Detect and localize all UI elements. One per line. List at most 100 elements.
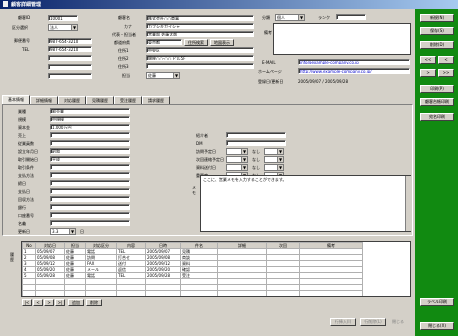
memo-scrollbar[interactable] bbox=[405, 176, 411, 231]
table-cell[interactable] bbox=[64, 290, 86, 296]
last-record-button[interactable]: >> bbox=[438, 69, 454, 77]
table-cell[interactable] bbox=[145, 290, 181, 296]
tab-detail[interactable]: 詳細情報 bbox=[30, 96, 58, 104]
chevron-down-icon[interactable]: ▼ bbox=[277, 165, 283, 170]
extra-field[interactable] bbox=[48, 73, 92, 79]
detail-right-field[interactable] bbox=[226, 132, 286, 138]
next-record-button[interactable]: > bbox=[420, 69, 436, 77]
url-field[interactable]: http://www.example-company.co.jp/ bbox=[298, 68, 410, 74]
detail-field[interactable] bbox=[50, 212, 130, 218]
staff-select[interactable]: 佐藤 ▼ bbox=[146, 72, 180, 79]
chevron-down-icon[interactable]: ▼ bbox=[277, 149, 283, 154]
address-search-button[interactable]: 住所検索 bbox=[184, 39, 208, 46]
table-cell[interactable] bbox=[22, 290, 36, 296]
table-row-empty[interactable] bbox=[22, 290, 363, 296]
insert-row-button[interactable]: 行挿入(I) bbox=[330, 318, 356, 326]
first-record-button[interactable]: << bbox=[420, 56, 436, 64]
detail-field[interactable]: 中規模 bbox=[50, 116, 130, 122]
detail-right-sub-select[interactable]: ▼ bbox=[264, 156, 284, 163]
table-cell[interactable] bbox=[116, 290, 146, 296]
chevron-down-icon[interactable]: ▼ bbox=[298, 15, 304, 20]
staff-value: 佐藤 bbox=[148, 73, 156, 78]
save-button[interactable]: 保存(S) bbox=[420, 27, 454, 35]
table-cell[interactable] bbox=[180, 290, 218, 296]
detail-field[interactable]: 1,000万円 bbox=[50, 124, 130, 130]
chevron-down-icon[interactable]: ▼ bbox=[241, 149, 247, 154]
detail-right-select[interactable]: ▼ bbox=[226, 164, 248, 171]
chevron-down-icon[interactable]: ▼ bbox=[241, 165, 247, 170]
grid-add-button[interactable]: 追加 bbox=[68, 299, 84, 306]
rep-field[interactable]: 営業部 佐藤太郎 bbox=[146, 31, 254, 37]
chevron-down-icon[interactable]: ▼ bbox=[277, 157, 283, 162]
detail-field[interactable] bbox=[50, 220, 130, 226]
grid-delete-button[interactable]: 削除 bbox=[86, 299, 102, 306]
detail-field[interactable] bbox=[50, 204, 130, 210]
detail-right-sub-select[interactable]: ▼ bbox=[264, 164, 284, 171]
map-button[interactable]: 地図表示 bbox=[210, 39, 234, 46]
tab-basic[interactable]: 基本情報 bbox=[2, 95, 30, 104]
detail-label: 取引条件 bbox=[18, 165, 34, 170]
address2-field[interactable]: 銀座○○-○○ ビル5F bbox=[146, 55, 254, 61]
detail-right-field[interactable] bbox=[226, 140, 286, 146]
history-grid[interactable]: No 対応日 担当 対応区分 内容 日時 件名 詳細 次回 備考 1 05/09/07 佐藤 電話 TEL… bbox=[21, 241, 411, 297]
detail-right-select[interactable]: ▼ bbox=[226, 148, 248, 155]
rank-field[interactable] bbox=[336, 14, 366, 20]
detail-field[interactable] bbox=[50, 140, 130, 146]
print-button[interactable]: 印刷(P) bbox=[420, 85, 454, 93]
grid-first-button[interactable]: |< bbox=[22, 299, 32, 306]
detail-field[interactable] bbox=[50, 188, 130, 194]
customer-id-field[interactable]: 10001 bbox=[48, 15, 78, 21]
close-button[interactable]: 閉じる(X) bbox=[420, 322, 454, 330]
detail-field[interactable] bbox=[50, 196, 130, 202]
new-button[interactable]: 新規(N) bbox=[420, 14, 454, 22]
mobile-field[interactable] bbox=[48, 64, 92, 70]
table-cell[interactable] bbox=[85, 290, 117, 296]
tel-field[interactable]: 987-654-3210 bbox=[48, 46, 92, 52]
detail-field[interactable]: 平成 bbox=[50, 156, 130, 162]
tab-contact-history[interactable]: 対応履歴 bbox=[58, 96, 86, 104]
tab-order-history[interactable]: 受注履歴 bbox=[114, 96, 142, 104]
detail-right-select[interactable]: ▼ bbox=[226, 156, 248, 163]
detail-field[interactable] bbox=[50, 180, 130, 186]
chevron-down-icon[interactable]: ▼ bbox=[241, 157, 247, 162]
grid-prev-button[interactable]: < bbox=[33, 299, 43, 306]
sales-memo-textarea[interactable]: ここに、営業メモを入力することができます。 bbox=[200, 175, 411, 232]
address1-field[interactable]: 中央区 bbox=[146, 47, 254, 53]
update-select[interactable]: 3.3 ▼ bbox=[50, 228, 76, 235]
fax-field[interactable] bbox=[48, 55, 92, 61]
grid-last-button[interactable]: >| bbox=[55, 299, 65, 306]
chevron-down-icon[interactable]: ▼ bbox=[71, 25, 77, 30]
kana-field[interactable]: カブシキガイシャ bbox=[146, 23, 254, 29]
detail-field[interactable] bbox=[50, 132, 130, 138]
email-field[interactable]: info@example-company.co.jp bbox=[298, 59, 410, 65]
detail-field[interactable] bbox=[50, 172, 130, 178]
class-select[interactable]: 個人 ▼ bbox=[275, 14, 305, 21]
tab-billing-history[interactable]: 請求履歴 bbox=[142, 96, 170, 104]
delete-row-button[interactable]: 行削除(L) bbox=[360, 318, 386, 326]
detail-right-sub-select[interactable]: ▼ bbox=[264, 148, 284, 155]
postal-field[interactable]: 987-654-3210 bbox=[48, 38, 92, 44]
chevron-down-icon[interactable]: ▼ bbox=[173, 73, 179, 78]
company-field[interactable]: 株式会社○○商事 bbox=[146, 15, 254, 21]
table-cell[interactable] bbox=[299, 290, 363, 296]
table-cell[interactable] bbox=[266, 290, 300, 296]
tab-estimate-history[interactable]: 見積履歴 bbox=[86, 96, 114, 104]
memo-label: 備考 bbox=[264, 30, 272, 35]
table-cell[interactable] bbox=[217, 290, 267, 296]
chevron-down-icon[interactable]: ▼ bbox=[69, 229, 75, 234]
address-print-button[interactable]: 宛名印刷 bbox=[420, 113, 454, 121]
delete-button[interactable]: 削除(D) bbox=[420, 41, 454, 49]
prev-record-button[interactable]: < bbox=[438, 56, 454, 64]
detail-field[interactable]: 昭和 bbox=[50, 148, 130, 154]
label-print-button[interactable]: ラベル印刷 bbox=[420, 298, 454, 306]
address3-field[interactable] bbox=[146, 63, 254, 69]
prefecture-field[interactable]: 東京都 bbox=[146, 39, 182, 45]
category-select[interactable]: 法人 ▼ bbox=[48, 24, 78, 31]
detail-right-label: 資料送付日 bbox=[196, 165, 216, 170]
memo-textarea[interactable] bbox=[273, 23, 411, 55]
ledger-print-button[interactable]: 顧客台帳印刷 bbox=[420, 98, 454, 106]
detail-field[interactable]: 卸売業 bbox=[50, 108, 130, 114]
detail-field[interactable] bbox=[50, 164, 130, 170]
table-cell[interactable] bbox=[35, 290, 65, 296]
grid-next-button[interactable]: > bbox=[44, 299, 54, 306]
